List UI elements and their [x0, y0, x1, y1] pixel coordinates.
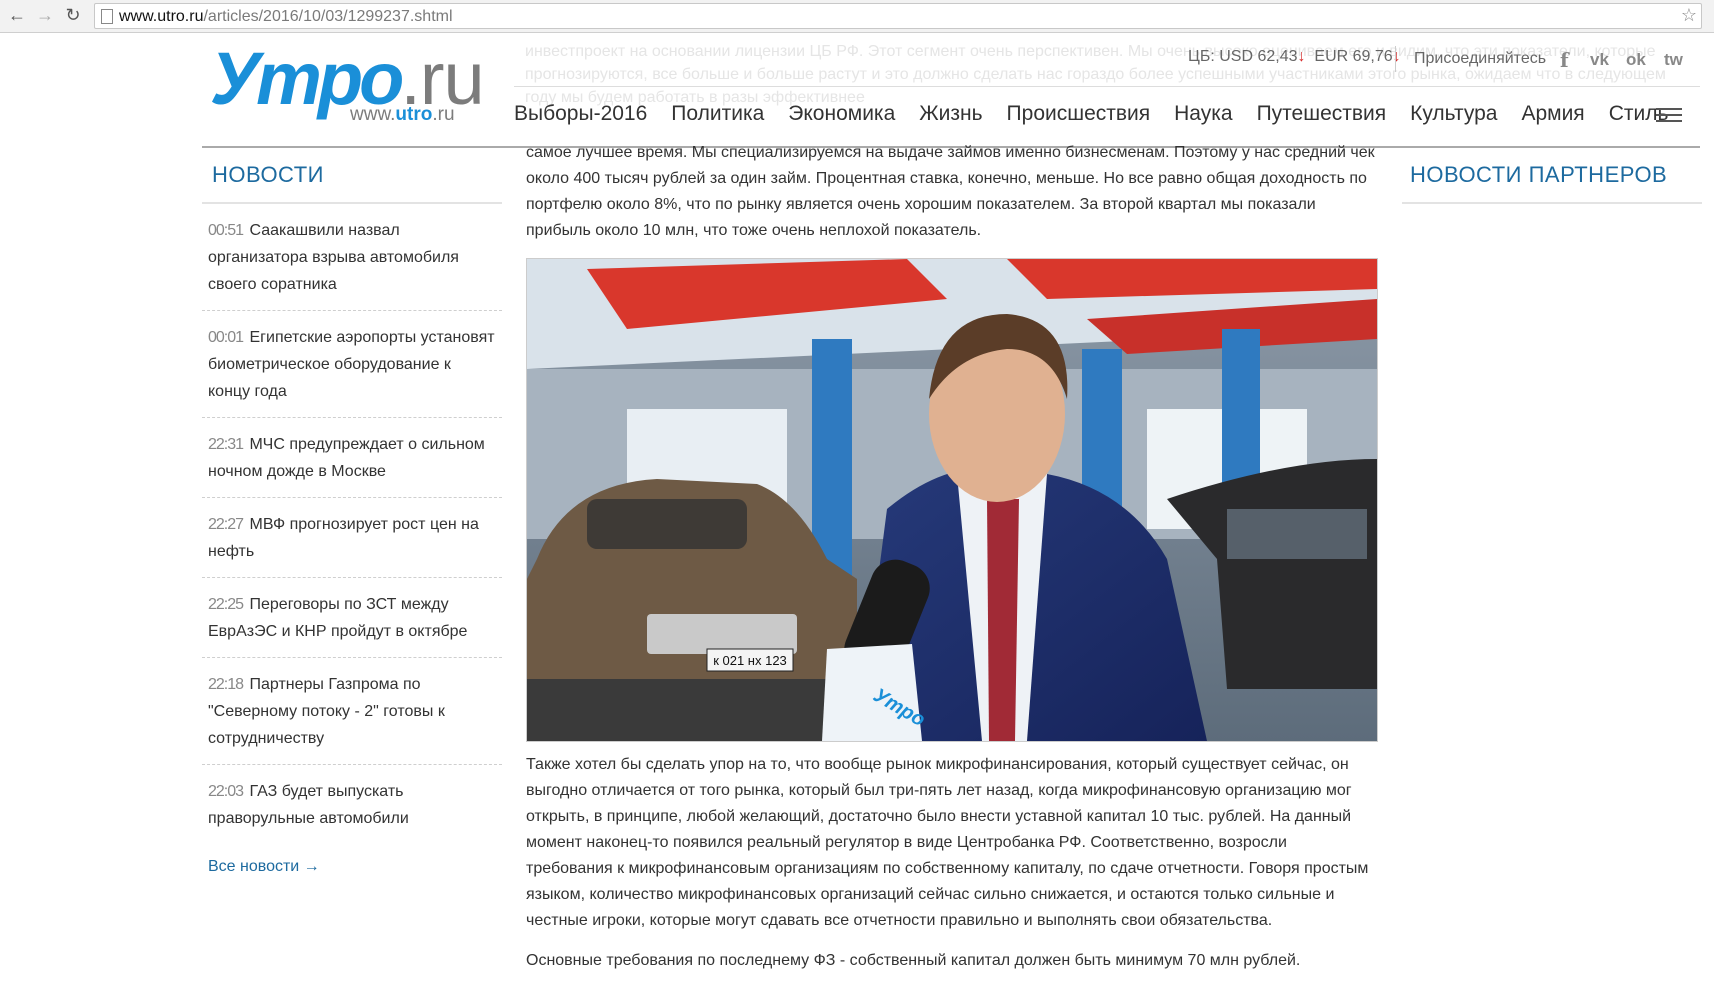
nav-item-incidents[interactable]: Происшествия [1007, 102, 1151, 125]
all-news-link[interactable]: Все новости → [202, 844, 502, 890]
news-item[interactable]: 22:18 Партнеры Газпрома по "Северному по… [202, 658, 502, 765]
url-text: www.utro.ru/articles/2016/10/03/1299237.… [119, 8, 453, 25]
news-time: 22:25 [208, 596, 244, 613]
showroom-interview-image: к 021 нх 123 Утро [527, 259, 1377, 741]
header-divider [1395, 46, 1396, 72]
article-paragraph: Основные требования по последнему ФЗ - с… [526, 952, 1301, 969]
news-time: 22:31 [208, 436, 244, 453]
article-paragraph: самое лучшее время. Мы специализируемся … [526, 144, 1375, 239]
nav-item-economy[interactable]: Экономика [788, 102, 895, 125]
article-paragraph: Также хотел бы сделать упор на то, что в… [526, 756, 1369, 929]
news-headline[interactable]: МЧС предупреждает о сильном ночном дожде… [208, 436, 485, 480]
bookmark-star-icon[interactable]: ☆ [1681, 5, 1697, 26]
nav-item-elections[interactable]: Выборы-2016 [514, 102, 647, 125]
news-time: 22:18 [208, 676, 244, 693]
nav-item-army[interactable]: Армия [1521, 102, 1584, 125]
forward-arrow-icon[interactable]: → [34, 4, 56, 26]
odnoklassniki-icon[interactable]: ok [1626, 50, 1646, 70]
currency-rates: ЦБ: USD 62,43↓ EUR 69,76↓ [1188, 48, 1401, 66]
news-headline[interactable]: Саакашвили назвал организатора взрыва ав… [208, 222, 459, 293]
nav-item-travel[interactable]: Путешествия [1257, 102, 1387, 125]
news-item[interactable]: 00:01 Египетские аэропорты установят био… [202, 311, 502, 418]
join-us-link[interactable]: Присоединяйтесь [1414, 50, 1546, 68]
site-logo[interactable]: Утро.ru www.utro.ru [210, 37, 485, 132]
logo-subtitle: www.utro.ru [350, 104, 455, 125]
news-time: 22:27 [208, 516, 244, 533]
facebook-icon[interactable]: f [1560, 48, 1569, 72]
eur-down-arrow-icon: ↓ [1392, 48, 1401, 65]
reload-icon[interactable]: ↻ [62, 4, 84, 26]
nav-item-culture[interactable]: Культура [1410, 102, 1497, 125]
back-arrow-icon[interactable]: ← [6, 4, 28, 26]
nav-item-science[interactable]: Наука [1174, 102, 1232, 125]
news-sidebar: НОВОСТИ 00:51 Саакашвили назвал организа… [202, 150, 502, 890]
address-bar[interactable]: www.utro.ru/articles/2016/10/03/1299237.… [94, 3, 1702, 29]
news-item[interactable]: 22:27 МВФ прогнозирует рост цен на нефть [202, 498, 502, 578]
news-time: 22:03 [208, 783, 244, 800]
news-headline[interactable]: Партнеры Газпрома по "Северному потоку -… [208, 676, 445, 747]
main-navigation: Выборы-2016 Политика Экономика Жизнь Происше… [514, 102, 1692, 126]
nav-item-life[interactable]: Жизнь [919, 102, 982, 125]
news-headline[interactable]: Египетские аэропорты установят биометрич… [208, 329, 495, 400]
news-time: 00:01 [208, 329, 244, 346]
news-item[interactable]: 22:31 МЧС предупреждает о сильном ночном… [202, 418, 502, 498]
eur-rate: EUR 69,76 [1314, 48, 1393, 65]
license-plate-text: к 021 нх 123 [713, 653, 787, 668]
page-icon [101, 9, 113, 24]
news-item[interactable]: 00:51 Саакашвили назвал организатора взр… [202, 204, 502, 311]
header-separator [514, 86, 1700, 87]
news-item[interactable]: 22:25 Переговоры по ЗСТ между ЕврАзЭС и … [202, 578, 502, 658]
partners-title: НОВОСТИ ПАРТНЕРОВ [1402, 150, 1702, 204]
partners-sidebar: НОВОСТИ ПАРТНЕРОВ [1402, 150, 1702, 204]
article-body: самое лучшее время. Мы специализируемся … [526, 140, 1378, 988]
browser-toolbar: ← → ↻ www.utro.ru/articles/2016/10/03/12… [0, 0, 1714, 33]
twitter-icon[interactable]: tw [1664, 50, 1683, 70]
news-time: 00:51 [208, 222, 244, 239]
news-item[interactable]: 22:03 ГАЗ будет выпускать праворульные а… [202, 765, 502, 844]
vkontakte-icon[interactable]: vk [1590, 50, 1609, 70]
news-headline[interactable]: Переговоры по ЗСТ между ЕврАзЭС и КНР пр… [208, 596, 467, 640]
usd-down-arrow-icon: ↓ [1297, 48, 1306, 65]
article-photo[interactable]: к 021 нх 123 Утро [526, 258, 1378, 742]
news-headline[interactable]: МВФ прогнозирует рост цен на нефть [208, 516, 479, 560]
nav-item-politics[interactable]: Политика [671, 102, 764, 125]
news-title: НОВОСТИ [202, 150, 502, 204]
usd-rate: ЦБ: USD 62,43 [1188, 48, 1298, 65]
hamburger-menu-icon[interactable] [1656, 108, 1682, 122]
